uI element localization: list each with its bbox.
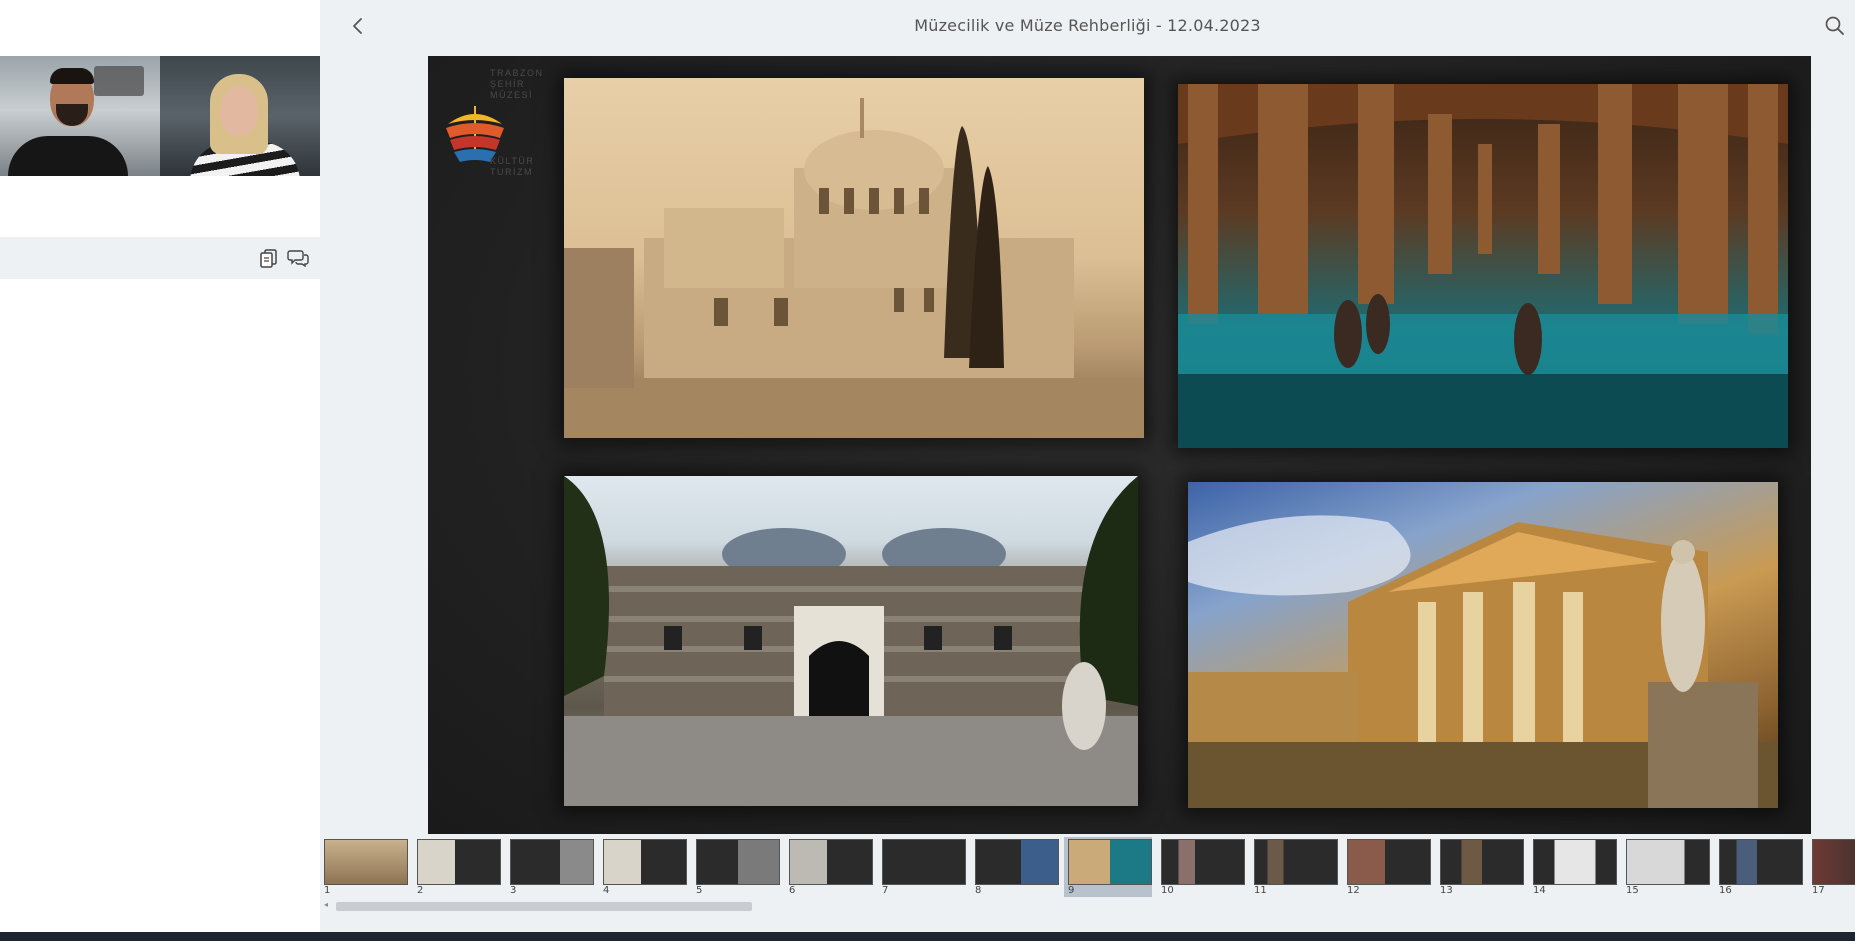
participant-2-head bbox=[220, 86, 258, 136]
left-panel bbox=[0, 0, 320, 932]
horizontal-scrollbar[interactable]: ◂ bbox=[320, 900, 1855, 912]
thumbnail-number: 13 bbox=[1440, 885, 1453, 896]
slide-thumbnail[interactable]: 12 bbox=[1343, 837, 1431, 897]
thumbnail-number: 5 bbox=[696, 885, 703, 896]
photo-archaeology-museum bbox=[1188, 482, 1778, 808]
slide-thumbnail[interactable]: 15 bbox=[1622, 837, 1710, 897]
thumbnail-number: 7 bbox=[882, 885, 889, 896]
photo-stone-museum-building bbox=[564, 476, 1138, 806]
slide-thumbnail[interactable]: 17 bbox=[1808, 837, 1855, 897]
wall-poster bbox=[94, 66, 144, 96]
slide-thumbnail[interactable]: 7 bbox=[878, 837, 966, 897]
thumbnail-number: 10 bbox=[1161, 885, 1174, 896]
slide-thumbnail[interactable]: 6 bbox=[785, 837, 873, 897]
thumbnail-number: 16 bbox=[1719, 885, 1732, 896]
slide-thumbnail[interactable]: 11 bbox=[1250, 837, 1338, 897]
slide-thumbnail[interactable]: 1 bbox=[320, 837, 408, 897]
video-strip bbox=[0, 56, 320, 176]
top-bar: Müzecilik ve Müze Rehberliği - 12.04.202… bbox=[320, 0, 1855, 54]
search-icon[interactable] bbox=[1823, 14, 1847, 38]
main-viewer: Müzecilik ve Müze Rehberliği - 12.04.202… bbox=[320, 0, 1855, 932]
photo-hagia-irene-sepia bbox=[564, 78, 1144, 438]
thumbnail-number: 1 bbox=[324, 885, 331, 896]
slide-thumbnail-strip: 1 2 3 4 5 6 7 8 9 10 11 12 13 14 15 16 1… bbox=[320, 834, 1855, 900]
slide-thumbnail[interactable]: 14 bbox=[1529, 837, 1617, 897]
slide-thumbnail[interactable]: 5 bbox=[692, 837, 780, 897]
slide-thumbnail[interactable]: 13 bbox=[1436, 837, 1524, 897]
logo-text-top: TRABZON ŞEHİR MÜZESİ bbox=[490, 68, 544, 100]
thumbnail-number: 2 bbox=[417, 885, 424, 896]
thumbnail-number: 12 bbox=[1347, 885, 1360, 896]
thumbnail-number: 3 bbox=[510, 885, 517, 896]
presentation-slide: TRABZON ŞEHİR MÜZESİ KÜLTÜR TURİZM bbox=[428, 56, 1811, 834]
thumbnail-number: 15 bbox=[1626, 885, 1639, 896]
thumbnail-number: 17 bbox=[1812, 885, 1825, 896]
participant-1-body bbox=[8, 136, 128, 176]
thumbnail-number: 8 bbox=[975, 885, 982, 896]
thumbnail-number: 14 bbox=[1533, 885, 1546, 896]
logo-text-bottom: KÜLTÜR TURİZM bbox=[490, 156, 535, 177]
slide-thumbnail[interactable]: 10 bbox=[1157, 837, 1245, 897]
slide-thumbnail[interactable]: 2 bbox=[413, 837, 501, 897]
bottom-status-bar bbox=[0, 932, 1855, 941]
chat-bubbles-icon[interactable] bbox=[287, 247, 309, 269]
document-copy-icon[interactable] bbox=[258, 247, 280, 269]
panel-toolbar bbox=[0, 237, 320, 279]
scrollbar-thumb[interactable] bbox=[336, 902, 752, 911]
thumbnail-number: 11 bbox=[1254, 885, 1267, 896]
thumbnail-number: 9 bbox=[1068, 885, 1075, 896]
participant-1-hair bbox=[50, 68, 94, 84]
slide-thumbnail[interactable]: 4 bbox=[599, 837, 687, 897]
document-title: Müzecilik ve Müze Rehberliği - 12.04.202… bbox=[914, 16, 1261, 35]
slide-thumbnail[interactable]: 8 bbox=[971, 837, 1059, 897]
scroll-left-arrow-icon[interactable]: ◂ bbox=[324, 900, 328, 909]
slide-thumbnail-active[interactable]: 9 bbox=[1064, 837, 1152, 897]
thumbnail-number: 6 bbox=[789, 885, 796, 896]
participant-video-2[interactable] bbox=[160, 56, 320, 176]
thumbnail-number: 4 bbox=[603, 885, 610, 896]
slide-thumbnail[interactable]: 16 bbox=[1715, 837, 1803, 897]
participant-video-1[interactable] bbox=[0, 56, 160, 176]
photo-basilica-cistern bbox=[1178, 84, 1788, 448]
slide-thumbnail[interactable]: 3 bbox=[506, 837, 594, 897]
